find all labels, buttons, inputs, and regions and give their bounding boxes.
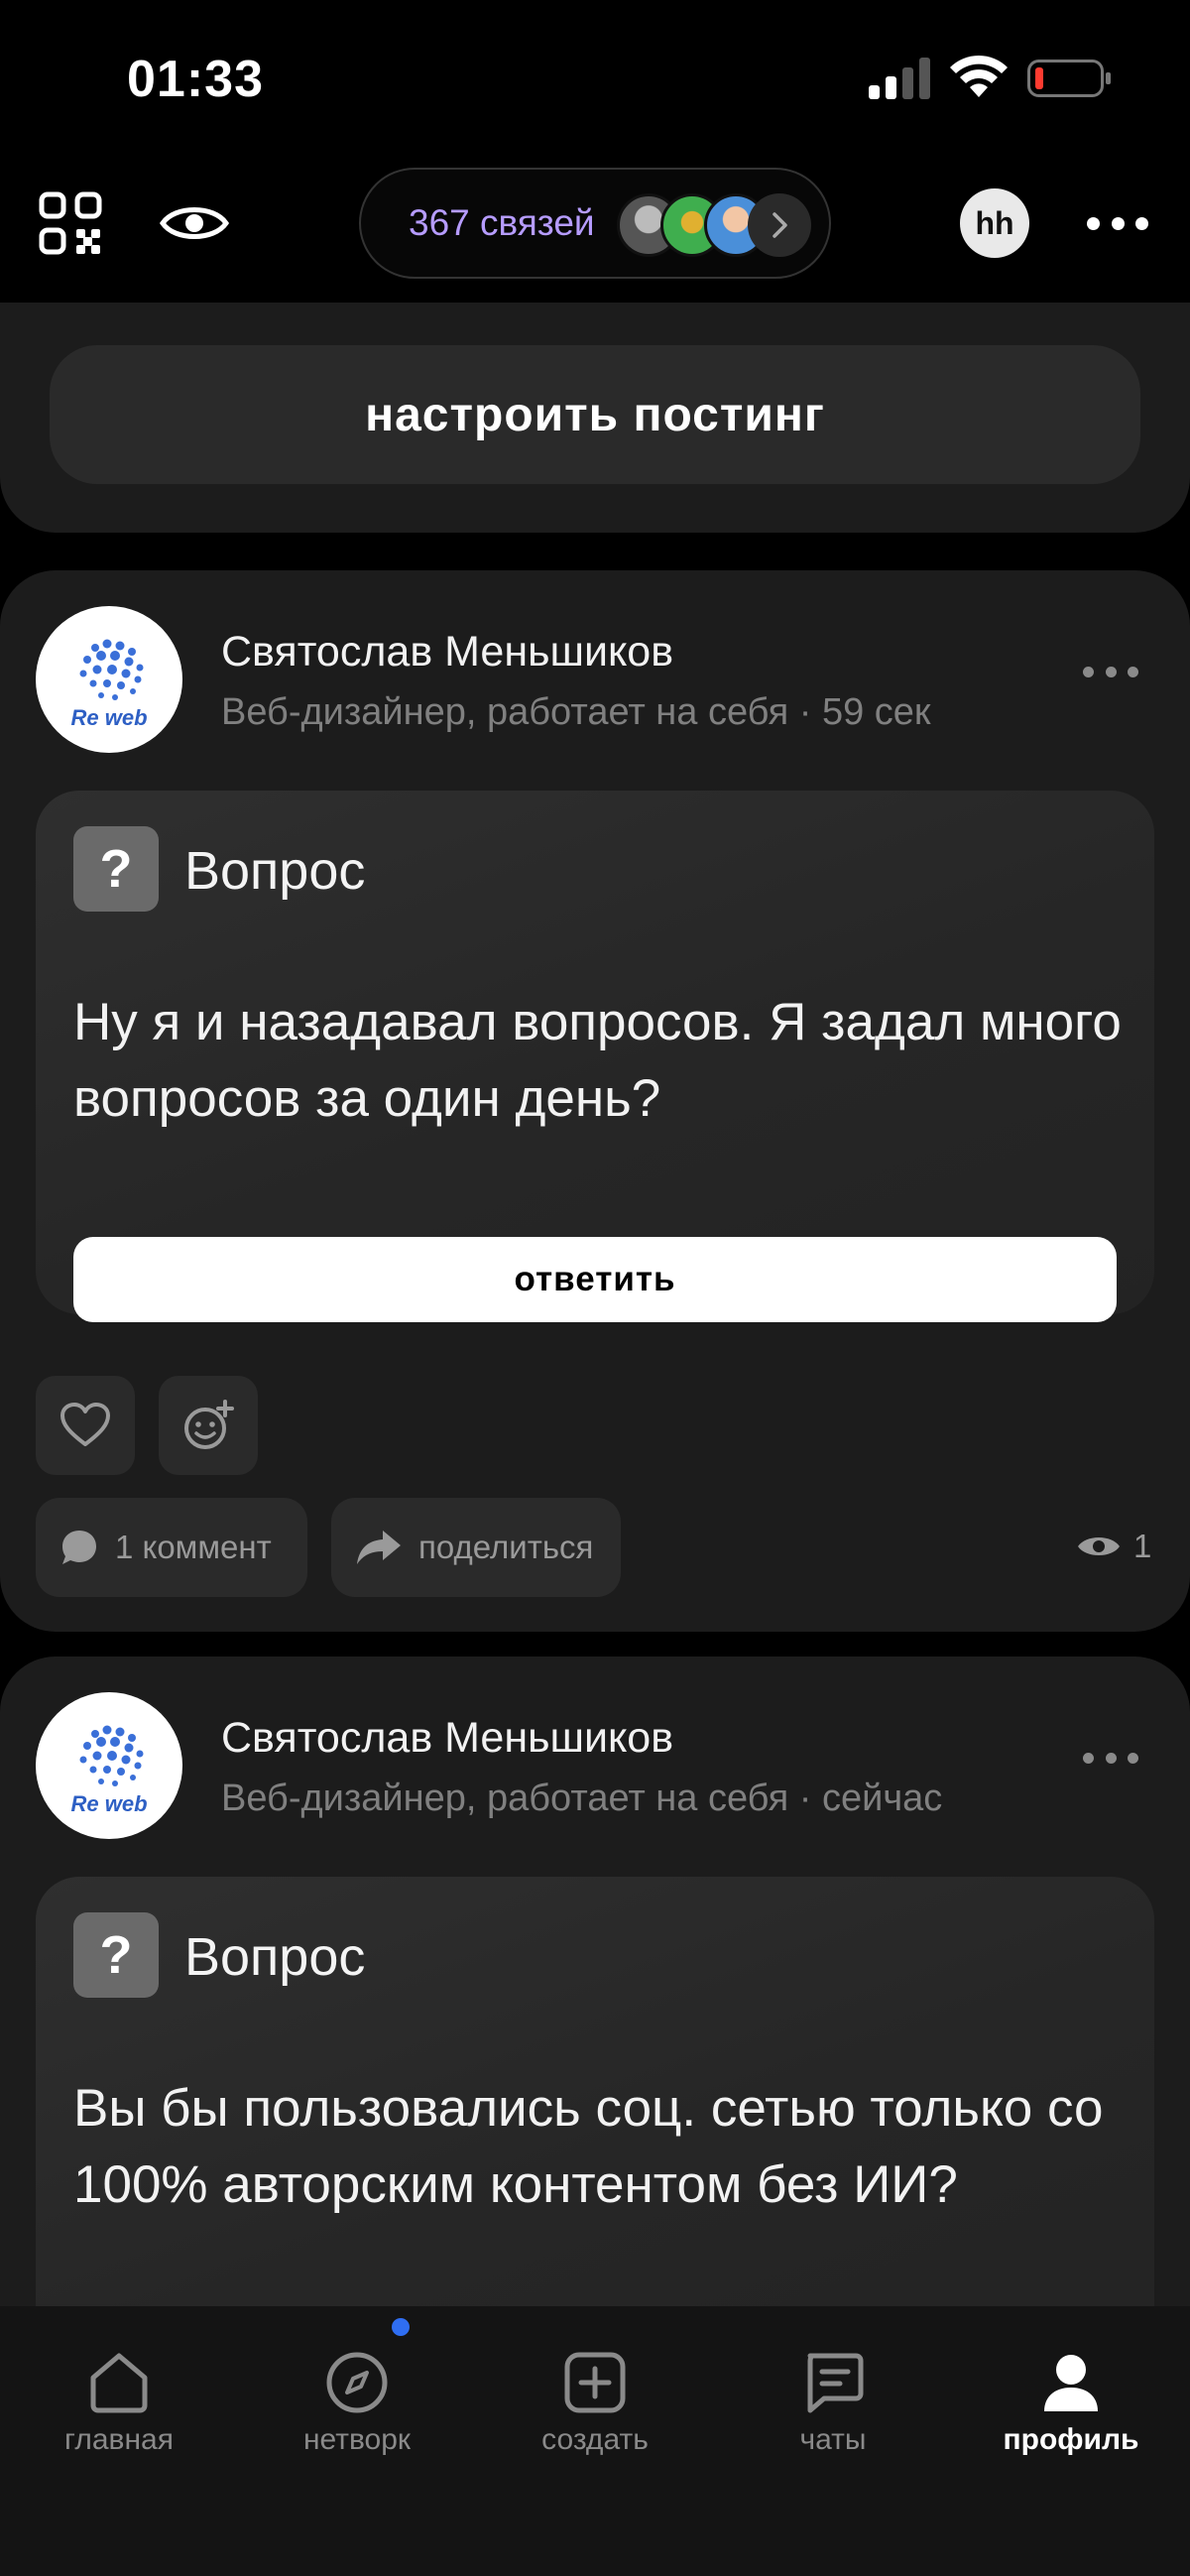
chat-icon xyxy=(807,2353,864,2413)
wifi-icon xyxy=(950,55,1008,97)
eye-icon xyxy=(159,207,230,239)
heart-icon xyxy=(60,1403,110,1446)
nav-label: создать xyxy=(541,2423,649,2456)
reweb-logo: Re web xyxy=(70,639,148,730)
author-avatar[interactable]: Re web xyxy=(36,606,182,753)
question-mark-icon: ? xyxy=(73,1912,159,1998)
logo-text: Re web xyxy=(70,705,147,730)
logo-text: Re web xyxy=(70,1791,147,1816)
question-mark-icon: ? xyxy=(73,826,159,912)
nav-network[interactable]: нетворк xyxy=(238,2306,476,2576)
nav-label: профиль xyxy=(1003,2423,1139,2456)
nav-create[interactable]: создать xyxy=(476,2306,714,2576)
question-box: ? Вопрос Ну я и назадавал вопросов. Я за… xyxy=(36,791,1154,1322)
home-icon xyxy=(90,2353,148,2413)
plus-square-icon xyxy=(564,2352,626,2413)
more-options-icon[interactable] xyxy=(1087,208,1148,238)
chevron-right-icon xyxy=(748,193,811,257)
question-label: Вопрос xyxy=(184,1927,366,1987)
add-emoji-icon xyxy=(184,1400,234,1449)
battery-icon xyxy=(1027,60,1111,97)
connections-count: 367 связей xyxy=(409,202,595,243)
hh-profile-button[interactable]: hh xyxy=(960,188,1029,258)
bottom-navigation: главная нетворк создать чаты профиль xyxy=(0,2306,1190,2576)
nav-label: чаты xyxy=(799,2423,867,2456)
author-avatar[interactable]: Re web xyxy=(36,1692,182,1839)
posting-settings-card: настроить постинг xyxy=(0,303,1190,533)
eye-icon xyxy=(1078,1537,1120,1555)
post-more-icon[interactable] xyxy=(1083,1748,1138,1768)
author-meta: Веб-дизайнер, работает на себя · 59 сек xyxy=(221,691,931,733)
question-box: ? Вопрос Вы бы пользовались соц. сетью т… xyxy=(36,1877,1154,2373)
nav-home[interactable]: главная xyxy=(0,2306,238,2576)
connections-avatars xyxy=(617,193,815,257)
post-more-icon[interactable] xyxy=(1083,662,1138,681)
signal-icon xyxy=(869,58,930,99)
nav-profile[interactable]: профиль xyxy=(952,2306,1190,2576)
views-count: 1 xyxy=(1133,1528,1152,1564)
author-meta: Веб-дизайнер, работает на себя · сейчас xyxy=(221,1778,943,1819)
nav-label: нетворк xyxy=(302,2423,412,2456)
profile-icon xyxy=(1044,2355,1098,2411)
like-button[interactable] xyxy=(36,1376,135,1475)
nav-label: главная xyxy=(64,2423,174,2456)
share-button[interactable]: поделиться xyxy=(331,1498,621,1597)
qr-code-button[interactable] xyxy=(36,188,105,258)
comment-icon xyxy=(62,1531,96,1564)
question-text: Вы бы пользовались соц. сетью только со … xyxy=(73,2079,1104,2214)
author-name[interactable]: Святослав Меньшиков xyxy=(221,628,673,676)
author-name[interactable]: Святослав Меньшиков xyxy=(221,1714,673,1763)
share-icon xyxy=(357,1531,401,1564)
nav-chats[interactable]: чаты xyxy=(714,2306,952,2576)
reweb-logo: Re web xyxy=(70,1725,148,1816)
share-label: поделиться xyxy=(418,1529,594,1565)
qr-code-icon xyxy=(39,191,102,255)
comment-button[interactable]: 1 коммент xyxy=(36,1498,307,1597)
connections-pill[interactable]: 367 связей xyxy=(359,168,831,279)
comment-count-label: 1 коммент xyxy=(115,1529,272,1565)
compass-icon xyxy=(326,2352,388,2413)
add-reaction-button[interactable] xyxy=(159,1376,258,1475)
views-counter: 1 xyxy=(1076,1528,1151,1565)
question-text: Ну я и назадавал вопросов. Я задал много… xyxy=(73,993,1122,1128)
notification-badge xyxy=(392,2318,410,2336)
status-bar: 01:33 xyxy=(0,0,1190,159)
question-label: Вопрос xyxy=(184,841,366,901)
post-card: Re web Святослав Меньшиков Веб-дизайнер,… xyxy=(0,570,1190,1632)
visibility-button[interactable] xyxy=(157,193,232,253)
status-time: 01:33 xyxy=(127,51,264,108)
configure-posting-button[interactable]: настроить постинг xyxy=(50,345,1140,484)
answer-button[interactable]: ответить xyxy=(73,1237,1117,1322)
